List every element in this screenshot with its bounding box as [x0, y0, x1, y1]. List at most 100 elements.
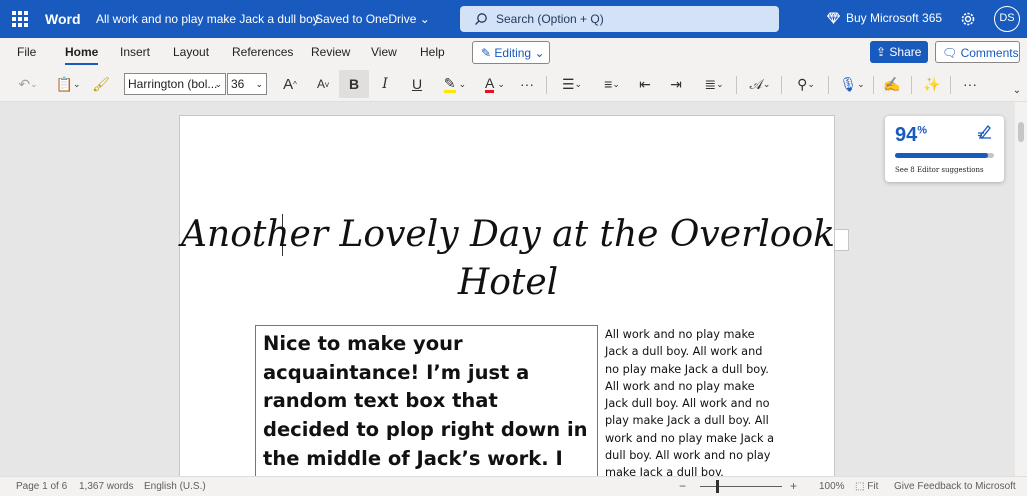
highlight-button[interactable]: ✎ ⌄	[438, 70, 472, 98]
fit-label: Fit	[867, 481, 879, 492]
pencil-icon: ✎	[481, 46, 492, 60]
chevron-down-icon: ⌄	[458, 78, 467, 89]
save-status-label: Saved to OneDrive	[315, 12, 417, 26]
editor-score-unit: %	[917, 124, 928, 137]
font-size-select[interactable]: 36 ⌄	[227, 73, 267, 95]
format-painter-icon[interactable]: 🖌	[90, 70, 112, 98]
editor-score-fill	[895, 153, 989, 158]
share-button[interactable]: ⇪ Share	[870, 41, 928, 63]
editor-pen-icon	[978, 125, 991, 139]
status-bar: Page 1 of 6 1,367 words English (U.S.) −…	[0, 476, 1027, 496]
font-color-button[interactable]: A ⌄	[478, 70, 512, 98]
divider	[950, 76, 951, 94]
scrollbar-thumb[interactable]	[1018, 122, 1024, 142]
fit-button[interactable]: ⬚ Fit	[855, 481, 878, 492]
save-status[interactable]: Saved to OneDrive ⌄	[315, 12, 430, 26]
tab-help[interactable]: Help	[420, 45, 445, 59]
tab-references[interactable]: References	[232, 45, 293, 59]
font-name-select[interactable]: Harrington (bol... ⌄	[124, 73, 226, 95]
app-launcher-icon[interactable]	[12, 11, 28, 27]
align-icon[interactable]: ≣ ⌄	[698, 70, 730, 98]
document-page[interactable]: Another Lovely Day at the Overlook Hotel…	[179, 115, 835, 476]
tab-layout[interactable]: Layout	[173, 45, 209, 59]
designer-icon[interactable]: ✨	[920, 70, 944, 98]
text-box[interactable]: Nice to make your acquaintance! I’m just…	[255, 325, 598, 476]
tab-home[interactable]: Home	[65, 45, 99, 65]
font-color-icon: A	[485, 74, 495, 93]
editing-mode-button[interactable]: ✎ Editing ⌄	[472, 41, 550, 64]
underline-button[interactable]: U	[404, 70, 430, 98]
fit-icon: ⬚	[855, 481, 865, 492]
language[interactable]: English (U.S.)	[144, 481, 206, 492]
tab-review[interactable]: Review	[311, 45, 350, 59]
document-heading[interactable]: Another Lovely Day at the Overlook Hotel	[180, 211, 836, 307]
chevron-down-icon: ⌄	[214, 79, 222, 89]
page-side-tab	[835, 229, 849, 251]
gear-icon[interactable]	[960, 11, 976, 27]
page-info[interactable]: Page 1 of 6	[16, 481, 67, 492]
document-title[interactable]: All work and no play make Jack a dull bo…	[96, 12, 319, 26]
divider	[911, 76, 912, 94]
zoom-slider-thumb[interactable]	[716, 480, 719, 493]
editor-score-card[interactable]: 94% See 8 Editor suggestions	[885, 116, 1004, 182]
editor-suggestions-link[interactable]: See 8 Editor suggestions	[895, 166, 984, 174]
tab-view[interactable]: View	[371, 45, 397, 59]
divider	[546, 76, 547, 94]
dictate-icon[interactable]: 🎙 ⌄	[836, 70, 868, 98]
more-font-options-button[interactable]: ···	[516, 70, 538, 98]
vertical-scrollbar[interactable]	[1015, 102, 1027, 476]
chevron-down-icon: ⌄	[534, 46, 545, 60]
search-box[interactable]: Search (Option + Q)	[460, 6, 779, 32]
avatar[interactable]: DS	[994, 6, 1020, 32]
body-text[interactable]: All work and no play make Jack a dull bo…	[605, 326, 780, 476]
zoom-slider[interactable]	[700, 486, 782, 487]
tab-insert[interactable]: Insert	[120, 45, 150, 59]
chevron-down-icon: ⌄	[497, 78, 505, 89]
font-size-value: 36	[231, 77, 245, 91]
buy-label: Buy Microsoft 365	[846, 11, 943, 25]
search-placeholder: Search (Option + Q)	[496, 12, 604, 26]
chevron-down-icon: ⌄	[255, 79, 263, 89]
highlighter-icon: ✎	[443, 74, 456, 93]
word-count[interactable]: 1,367 words	[79, 481, 133, 492]
buy-microsoft-365-button[interactable]: Buy Microsoft 365	[826, 11, 943, 25]
document-canvas: Another Lovely Day at the Overlook Hotel…	[0, 102, 1015, 476]
tab-file[interactable]: File	[17, 45, 36, 59]
feedback-link[interactable]: Give Feedback to Microsoft	[894, 481, 1016, 492]
divider	[873, 76, 874, 94]
italic-button[interactable]: I	[372, 70, 398, 98]
increase-indent-icon[interactable]: ⇥	[664, 70, 688, 98]
divider	[736, 76, 737, 94]
more-options-icon[interactable]: ···	[958, 70, 982, 98]
editor-score: 94%	[895, 124, 927, 147]
shrink-font-button[interactable]: Av	[310, 70, 336, 98]
editor-icon[interactable]: ✍	[880, 70, 904, 98]
app-name[interactable]: Word	[45, 11, 81, 27]
find-icon[interactable]: ⚲ ⌄	[790, 70, 822, 98]
ribbon-toolbar: ↶ ⌄ 📋 ⌄ 🖌 Harrington (bol... ⌄ 36 ⌄ A ^ Av B…	[0, 66, 1027, 102]
chevron-down-icon: ⌄	[419, 12, 430, 26]
undo-icon[interactable]: ↶ ⌄	[12, 70, 44, 98]
bold-button[interactable]: B	[339, 70, 369, 98]
grow-font-button[interactable]: A ^	[276, 70, 304, 98]
font-name-value: Harrington (bol...	[128, 77, 218, 91]
diamond-icon	[826, 12, 841, 25]
paste-icon[interactable]: 📋 ⌄	[52, 70, 84, 98]
menu-bar: File Home Insert Layout References Revie…	[0, 38, 1027, 66]
shrink-font-icon: A	[316, 77, 325, 91]
zoom-out-button[interactable]: −	[679, 479, 686, 493]
zoom-in-button[interactable]: +	[790, 479, 797, 493]
decrease-indent-icon[interactable]: ⇤	[633, 70, 657, 98]
bullets-icon[interactable]: ☰ ⌄	[555, 70, 589, 98]
search-icon	[475, 13, 487, 25]
divider	[781, 76, 782, 94]
share-label: Share	[889, 45, 922, 59]
comments-button[interactable]: 🗨 Comments	[935, 41, 1020, 63]
editor-score-value: 94	[895, 124, 918, 146]
styles-icon[interactable]: 𝒜 ⌄	[744, 70, 776, 98]
chevron-down-icon[interactable]: ⌄	[1010, 82, 1024, 98]
zoom-level[interactable]: 100%	[819, 481, 845, 492]
grow-font-icon: A	[283, 75, 294, 93]
divider	[828, 76, 829, 94]
numbering-icon[interactable]: ≡ ⌄	[595, 70, 629, 98]
